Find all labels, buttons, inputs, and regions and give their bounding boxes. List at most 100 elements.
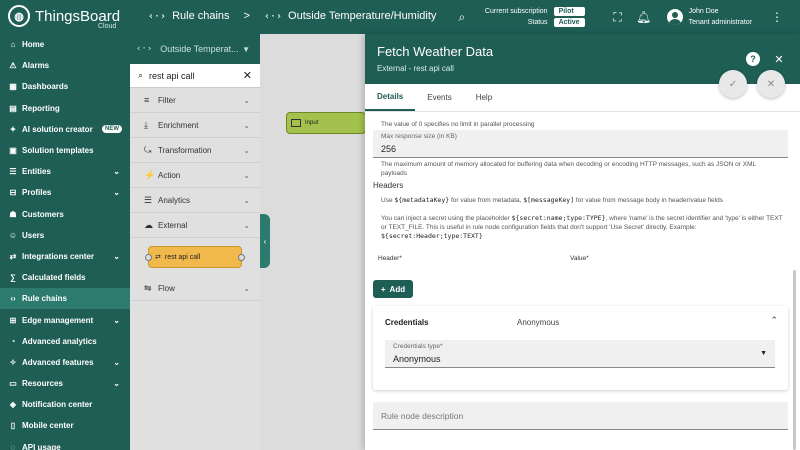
add-button-label: Add [389, 284, 406, 294]
sidebar-item-label: Advanced analytics [22, 336, 97, 346]
sidebar-item-label: Dashboards [22, 82, 69, 92]
rest-api-call-node[interactable]: ⇄ rest api call [145, 246, 245, 268]
sidebar-item-profiles[interactable]: ⊟ Profiles ⌄ [0, 182, 130, 203]
integrations-icon: ⇄ [9, 251, 17, 261]
status-label: Status [527, 19, 548, 26]
category-icon: ⚡ [144, 169, 156, 180]
library-category-enrichment[interactable]: ⤓ Enrichment ⌄ [130, 113, 260, 138]
tab-details[interactable]: Details [365, 84, 416, 111]
top-bar: ◍ ThingsBoard Cloud ‹·› Rule chains > ‹·… [0, 0, 800, 34]
sidebar-item-dashboards[interactable]: ▦ Dashboards [0, 76, 130, 97]
header-column: Header* [378, 255, 402, 262]
subscription-badge[interactable]: Pilot [553, 7, 585, 16]
sidebar-item-label: Entities [22, 167, 51, 177]
sidebar-item-home[interactable]: ⌂ Home [0, 34, 130, 55]
input-node[interactable]: Input [286, 112, 366, 134]
sidebar-item-resources[interactable]: ▭ Resources ⌄ [0, 373, 130, 394]
category-label: Analytics [158, 195, 191, 205]
sidebar-item-alarms[interactable]: ⚠ Alarms [0, 55, 130, 76]
calc-icon: ∑ [10, 273, 16, 283]
discard-button[interactable]: ✕ [757, 70, 785, 98]
sidebar-item-api-usage[interactable]: ◌ API usage [0, 437, 130, 450]
sidebar-item-label: Alarms [22, 61, 50, 71]
hint-code: ${secret:name;type:TYPE} [511, 214, 606, 222]
breadcrumb-rule-chains[interactable]: Rule chains [172, 10, 229, 22]
panel-scrollbar[interactable] [793, 270, 796, 450]
hint-text: You can inject a secret using the placeh… [381, 215, 512, 222]
library-search-input[interactable]: rest api call [149, 71, 195, 81]
headers-hint-metadata: Use ${metadataKey} for value from metada… [381, 196, 781, 205]
category-label: Enrichment [158, 120, 199, 130]
dropdown-arrow-icon: ▼ [760, 350, 767, 357]
sidebar-item-customers[interactable]: ☗ Customers [0, 204, 130, 225]
sidebar-item-label: Notification center [22, 400, 93, 410]
home-icon: ⌂ [10, 40, 16, 50]
credentials-type-select[interactable]: Credentials type* Anonymous ▼ [385, 340, 775, 368]
input-node-label: Input [305, 120, 319, 126]
rule-chains-icon: ‹› [10, 294, 16, 304]
customers-icon: ☗ [9, 209, 17, 219]
description-field[interactable]: Rule node description [373, 402, 788, 430]
collapse-library-handle[interactable]: ‹ [260, 214, 270, 268]
rule-chain-icon: ‹·› [148, 10, 167, 22]
sidebar-item-label: Home [22, 40, 45, 50]
edge-icon: ⊞ [9, 315, 17, 325]
alarm-icon: ⚠ [9, 61, 17, 71]
close-icon[interactable]: ✕ [772, 52, 786, 66]
sidebar-item-reporting[interactable]: ▤ Reporting [0, 98, 130, 119]
library-category-action[interactable]: ⚡ Action ⌄ [130, 163, 260, 188]
sidebar-item-label: Resources [22, 379, 63, 389]
dashboard-icon: ▦ [9, 82, 17, 92]
app-logo[interactable]: ◍ ThingsBoard Cloud [8, 5, 120, 30]
sidebar-item-rule-chains[interactable]: ‹› Rule chains [0, 288, 130, 310]
library-search[interactable]: ⌕ rest api call ✕ [130, 64, 260, 88]
apply-button[interactable]: ✓ [719, 70, 747, 98]
chevron-down-icon: ▼ [242, 44, 250, 54]
node-label: rest api call [164, 253, 201, 261]
max-response-field[interactable]: Max response size (in KB) 256 [373, 130, 788, 158]
sidebar-item-advanced-analytics[interactable]: ◔ Advanced analytics [0, 331, 130, 352]
category-icon: ☁ [144, 219, 153, 230]
sidebar-item-ai-solution-creator[interactable]: ✦ AI solution creator NEW [0, 119, 130, 140]
library-header[interactable]: ‹·› Outside Temperat... ▼ [130, 34, 260, 64]
sidebar-item-notification-center[interactable]: ◈ Notification center [0, 394, 130, 415]
user-name: John Doe [688, 8, 719, 15]
search-icon[interactable]: ⌕ [451, 6, 473, 28]
panel-body: The value of 0 specifies no limit in par… [365, 112, 800, 450]
sidebar-item-solution-templates[interactable]: ▣ Solution templates [0, 140, 130, 161]
credentials-title[interactable]: Credentials [385, 318, 429, 327]
chevron-down-icon: ⌄ [243, 170, 250, 180]
breadcrumb-current: Outside Temperature/Humidity [288, 10, 437, 22]
logo-icon: ◍ [8, 5, 30, 27]
chevron-down-icon: ⌄ [113, 315, 120, 325]
chevron-up-icon[interactable]: ⌃ [770, 315, 778, 326]
sidebar-item-entities[interactable]: ☰ Entities ⌄ [0, 161, 130, 182]
notifications-icon[interactable]: 🔔︎ [633, 6, 655, 28]
sidebar-item-integrations-center[interactable]: ⇄ Integrations center ⌄ [0, 246, 130, 267]
max-response-hint: The maximum amount of memory allocated f… [381, 161, 756, 177]
sidebar-item-mobile-center[interactable]: ▯ Mobile center [0, 415, 130, 436]
add-header-button[interactable]: + Add [373, 280, 413, 298]
sidebar-item-advanced-features[interactable]: ✧ Advanced features ⌄ [0, 352, 130, 373]
tab-events[interactable]: Events [415, 84, 463, 111]
more-menu-icon[interactable]: ⋮ [766, 6, 788, 28]
library-category-flow[interactable]: ⇋ Flow ⌄ [130, 276, 260, 301]
sidebar-item-label: Solution templates [22, 146, 94, 156]
tab-help[interactable]: Help [464, 84, 504, 111]
sidebar-item-calculated-fields[interactable]: ∑ Calculated fields [0, 267, 130, 288]
chevron-down-icon: ⌄ [243, 195, 250, 205]
help-icon[interactable]: ? [746, 52, 760, 66]
chevron-down-icon: ⌄ [113, 357, 120, 367]
library-category-external[interactable]: ☁ External ⌄ [130, 213, 260, 238]
chevron-down-icon: ⌄ [243, 95, 250, 105]
library-category-transformation[interactable]: ⤿ Transformation ⌄ [130, 138, 260, 163]
library-category-filter[interactable]: ≡ Filter ⌄ [130, 88, 260, 113]
sidebar-item-label: Users [22, 230, 45, 240]
fullscreen-icon[interactable]: ⛶ [607, 6, 629, 28]
sidebar-item-edge-management[interactable]: ⊞ Edge management ⌄ [0, 309, 130, 330]
avatar[interactable] [666, 9, 683, 25]
sidebar-item-users[interactable]: ☺ Users [0, 225, 130, 246]
clear-search-icon[interactable]: ✕ [243, 69, 252, 82]
library-category-analytics[interactable]: ☰ Analytics ⌄ [130, 188, 260, 213]
hint-code: ${secret:Header;type:TEXT} [381, 232, 483, 240]
